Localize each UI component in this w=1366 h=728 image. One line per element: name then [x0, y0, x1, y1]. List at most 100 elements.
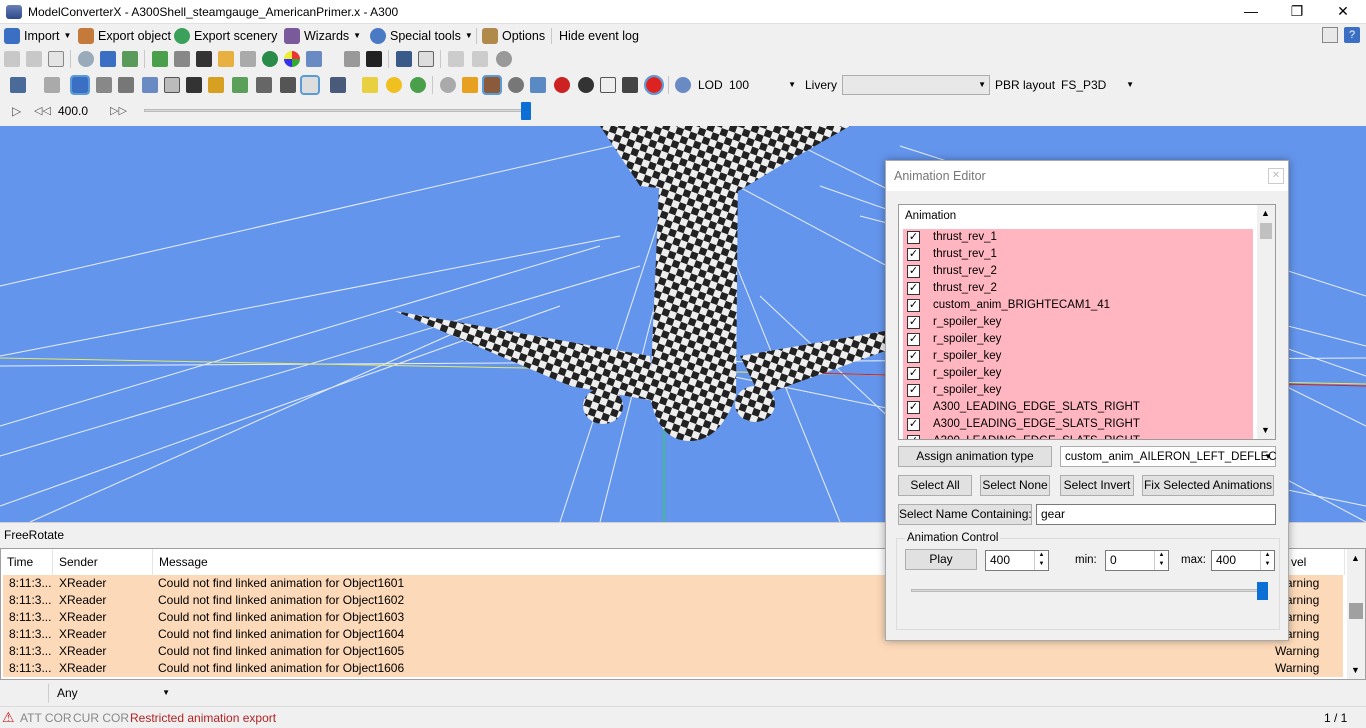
animation-checkbox[interactable]: ✓ [907, 316, 920, 329]
ruler-icon[interactable] [96, 77, 112, 93]
log-scrollbar-thumb[interactable] [1349, 603, 1363, 619]
select-all-button[interactable]: Select All [898, 475, 972, 496]
min-spinner[interactable]: ▲ ▼ [1154, 551, 1168, 570]
max-spinner[interactable]: ▲ ▼ [1260, 551, 1274, 570]
pin-icon[interactable] [100, 51, 116, 67]
earth-icon[interactable] [262, 51, 278, 67]
list-item[interactable]: ✓ thrust_rev_1 [903, 229, 1253, 246]
frame-spinner[interactable]: ▲ ▼ [1034, 551, 1048, 570]
name-filter-input[interactable]: gear [1036, 504, 1276, 525]
export-object-menu[interactable]: Export object [78, 27, 171, 44]
material-icon[interactable] [240, 51, 256, 67]
gear-down-icon[interactable] [256, 77, 272, 93]
palette-icon[interactable] [284, 51, 300, 67]
list-item[interactable]: ✓ A300_LEADING_EDGE_SLATS_RIGHT [903, 416, 1253, 433]
column-header-sender[interactable]: Sender [53, 549, 153, 575]
column-header-time[interactable]: Time [1, 549, 53, 575]
select-invert-button[interactable]: Select Invert [1060, 475, 1134, 496]
play-icon[interactable]: ▷ [12, 104, 21, 118]
min-input[interactable]: 0 ▲ ▼ [1105, 550, 1169, 571]
table-row[interactable]: 8:11:3... XReader Could not find linked an… [3, 660, 1343, 677]
frame-input[interactable]: 400 ▲ ▼ [985, 550, 1049, 571]
sphere-icon[interactable] [440, 77, 456, 93]
log-level-filter[interactable]: Any ▼ [48, 683, 174, 703]
camera-icon[interactable] [330, 77, 346, 93]
window-icon[interactable] [418, 51, 434, 67]
camera-select-icon[interactable] [306, 51, 322, 67]
special-tools-menu[interactable]: Special tools ▼ [370, 27, 473, 44]
list-item[interactable]: ✓ r_spoiler_key [903, 348, 1253, 365]
animation-list[interactable]: Animation ✓ thrust_rev_1 ✓ thrust_rev_1 ✓ thr… [898, 204, 1276, 440]
grid-icon[interactable] [70, 75, 90, 95]
list-item[interactable]: ✓ r_spoiler_key [903, 382, 1253, 399]
airplane-icon[interactable] [280, 77, 296, 93]
list-item[interactable]: ✓ custom_anim_BRIGHTECAM1_41 [903, 297, 1253, 314]
drawcall-icon[interactable] [174, 51, 190, 67]
list-item[interactable]: ✓ thrust_rev_2 [903, 263, 1253, 280]
scroll-down-icon[interactable]: ▼ [1351, 665, 1360, 675]
animation-checkbox[interactable]: ✓ [907, 435, 920, 439]
link-icon[interactable] [344, 51, 360, 67]
table-row[interactable]: 8:11:3... XReader Could not find linked an… [3, 643, 1343, 660]
eye-icon[interactable] [675, 77, 691, 93]
notes-icon[interactable] [1322, 27, 1338, 43]
clapper-icon[interactable] [196, 51, 212, 67]
animation-slider[interactable] [911, 582, 1268, 600]
refresh-icon[interactable] [410, 77, 426, 93]
assign-animation-type-button[interactable]: Assign animation type [898, 446, 1052, 467]
list-item[interactable]: ✓ A300_LEADING_EDGE_SLATS_RIGHT [903, 399, 1253, 416]
forward-arrow-icon[interactable] [26, 51, 42, 67]
list-item[interactable]: ✓ r_spoiler_key [903, 365, 1253, 382]
undo-icon[interactable] [448, 51, 464, 67]
list-item[interactable]: ✓ r_spoiler_key [903, 331, 1253, 348]
fix-selected-animations-button[interactable]: Fix Selected Animations [1142, 475, 1274, 496]
image-icon[interactable] [218, 51, 234, 67]
fit-view-icon[interactable] [10, 77, 26, 93]
options-menu[interactable]: Options [482, 27, 545, 44]
pbr-layout-select[interactable]: FS_P3D ▼ [1056, 75, 1138, 95]
wireframe-icon[interactable] [300, 75, 320, 95]
maximize-button[interactable]: ❐ [1274, 0, 1320, 24]
animation-checkbox[interactable]: ✓ [907, 367, 920, 380]
wood-texture-icon[interactable] [482, 75, 502, 95]
import-menu[interactable]: Import ▼ [4, 27, 71, 44]
history-icon[interactable] [496, 51, 512, 67]
list-item[interactable]: ✓ thrust_rev_1 [903, 246, 1253, 263]
animation-slider-thumb[interactable] [1257, 582, 1268, 600]
molecule-icon[interactable] [142, 77, 158, 93]
animation-checkbox[interactable]: ✓ [907, 231, 920, 244]
animation-checkbox[interactable]: ✓ [907, 384, 920, 397]
animation-checkbox[interactable]: ✓ [907, 333, 920, 346]
animation-list-scrollbar[interactable]: ▲ ▼ [1257, 205, 1275, 439]
help-icon[interactable]: ? [1344, 27, 1360, 43]
timeline-slider-thumb[interactable] [521, 102, 531, 120]
scroll-up-icon[interactable]: ▲ [1351, 553, 1360, 563]
hide-event-log-menu[interactable]: Hide event log [559, 27, 639, 44]
livery-select[interactable]: ▼ [842, 75, 990, 95]
animation-checkbox[interactable]: ✓ [907, 299, 920, 312]
uv-grid-icon[interactable] [600, 77, 616, 93]
select-none-button[interactable]: Select None [980, 475, 1050, 496]
checker-red-icon[interactable] [554, 77, 570, 93]
person-icon[interactable] [366, 51, 382, 67]
hierarchy-icon[interactable] [122, 51, 138, 67]
list-item[interactable]: ✓ thrust_rev_2 [903, 280, 1253, 297]
wizards-menu[interactable]: Wizards ▼ [284, 27, 361, 44]
monitor-icon[interactable] [396, 51, 412, 67]
animation-list-scrollbar-thumb[interactable] [1260, 223, 1272, 239]
back-arrow-icon[interactable] [4, 51, 20, 67]
terrain-icon[interactable] [232, 77, 248, 93]
film-icon[interactable] [186, 77, 202, 93]
scroll-up-icon[interactable]: ▲ [1261, 208, 1270, 218]
animation-checkbox[interactable]: ✓ [907, 350, 920, 363]
list-item[interactable]: ✓ A300_LEADING_EDGE_SLATS_RIGHT [903, 433, 1253, 439]
animation-checkbox[interactable]: ✓ [907, 282, 920, 295]
log-scrollbar[interactable]: ▲ ▼ [1347, 549, 1365, 679]
zoom-icon[interactable] [78, 51, 94, 67]
rewind-icon[interactable]: ◁◁ [34, 104, 51, 117]
cube-icon[interactable] [164, 77, 180, 93]
export-scenery-menu[interactable]: Export scenery [174, 27, 277, 44]
animation-checkbox[interactable]: ✓ [907, 401, 920, 414]
checker-ball-icon[interactable] [578, 77, 594, 93]
list-item[interactable]: ✓ r_spoiler_key [903, 314, 1253, 331]
